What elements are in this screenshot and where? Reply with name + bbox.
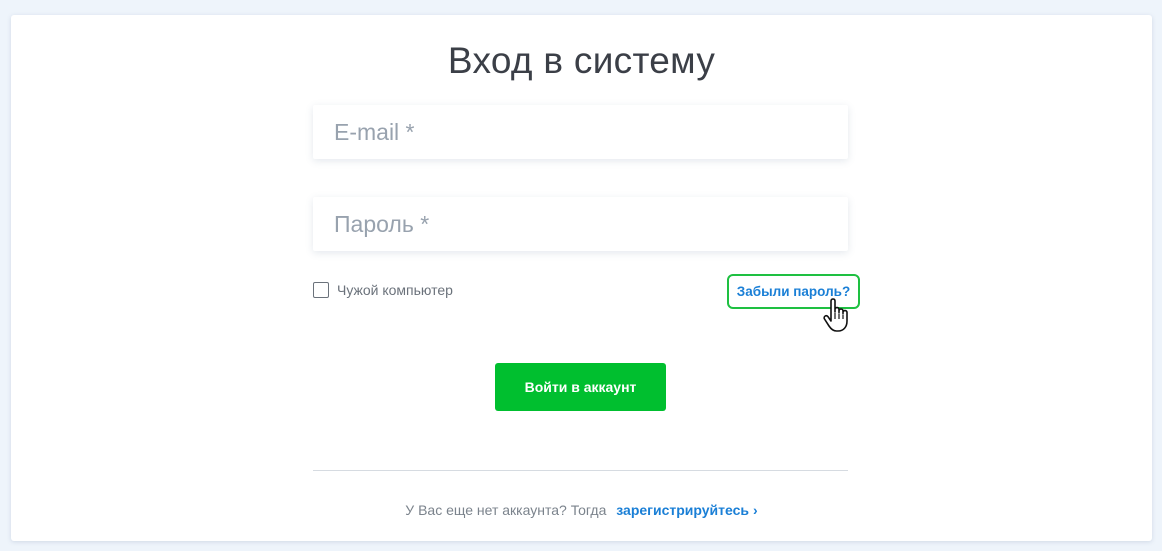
login-card: Вход в систему Чужой компьютер Забыли па… — [11, 15, 1152, 541]
page-title: Вход в систему — [447, 40, 716, 81]
password-input[interactable] — [313, 197, 848, 251]
foreign-computer-label: Чужой компьютер — [337, 282, 453, 298]
register-prompt: У Вас еще нет аккаунта? Тогда — [405, 502, 607, 518]
divider — [313, 470, 848, 471]
foreign-computer-checkbox-row[interactable]: Чужой компьютер — [313, 282, 453, 298]
chevron-right-icon: › — [753, 502, 758, 518]
register-link[interactable]: зарегистрируйтесь › — [616, 502, 757, 518]
login-button[interactable]: Войти в аккаунт — [495, 363, 666, 411]
register-link-label: зарегистрируйтесь — [616, 502, 750, 518]
forgot-password-link[interactable]: Забыли пароль? — [737, 284, 850, 299]
foreign-computer-checkbox[interactable] — [313, 282, 329, 298]
register-row: У Вас еще нет аккаунта? Тогда зарегистри… — [11, 502, 1152, 518]
hand-pointer-icon — [823, 298, 848, 332]
email-input[interactable] — [313, 105, 848, 159]
